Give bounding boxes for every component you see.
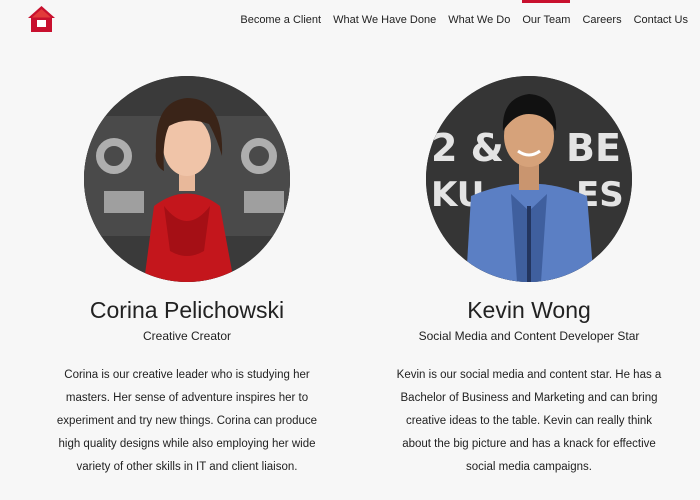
team-member-card: 2 & BE KU ES Kevin Wong Social Media and… — [379, 76, 679, 479]
nav-careers[interactable]: Careers — [582, 0, 621, 40]
nav-what-we-have-done[interactable]: What We Have Done — [333, 0, 436, 40]
team-member-role: Social Media and Content Developer Star — [418, 329, 640, 343]
nav-become-a-client[interactable]: Become a Client — [240, 0, 321, 40]
team-member-card: Corina Pelichowski Creative Creator Cori… — [37, 76, 337, 479]
team-member-bio: Kevin is our social media and content st… — [396, 369, 662, 473]
team-member-bio: Corina is our creative leader who is stu… — [56, 369, 318, 473]
team-member-photo: 2 & BE KU ES — [426, 76, 632, 282]
team-member-photo — [84, 76, 290, 282]
svg-text:BE: BE — [566, 126, 621, 170]
home-icon[interactable] — [27, 5, 56, 33]
nav-contact-us[interactable]: Contact Us — [634, 0, 688, 40]
team-member-name: Corina Pelichowski — [89, 297, 285, 323]
site-header: Become a Client What We Have Done What W… — [0, 0, 700, 40]
team-member-name: Kevin Wong — [467, 297, 591, 323]
svg-text:2 &: 2 & — [431, 126, 504, 170]
nav-our-team[interactable]: Our Team — [522, 0, 571, 40]
nav-what-we-do[interactable]: What We Do — [448, 0, 510, 40]
main-nav: Become a Client What We Have Done What W… — [228, 0, 688, 40]
team-member-role: Creative Creator — [142, 329, 232, 343]
